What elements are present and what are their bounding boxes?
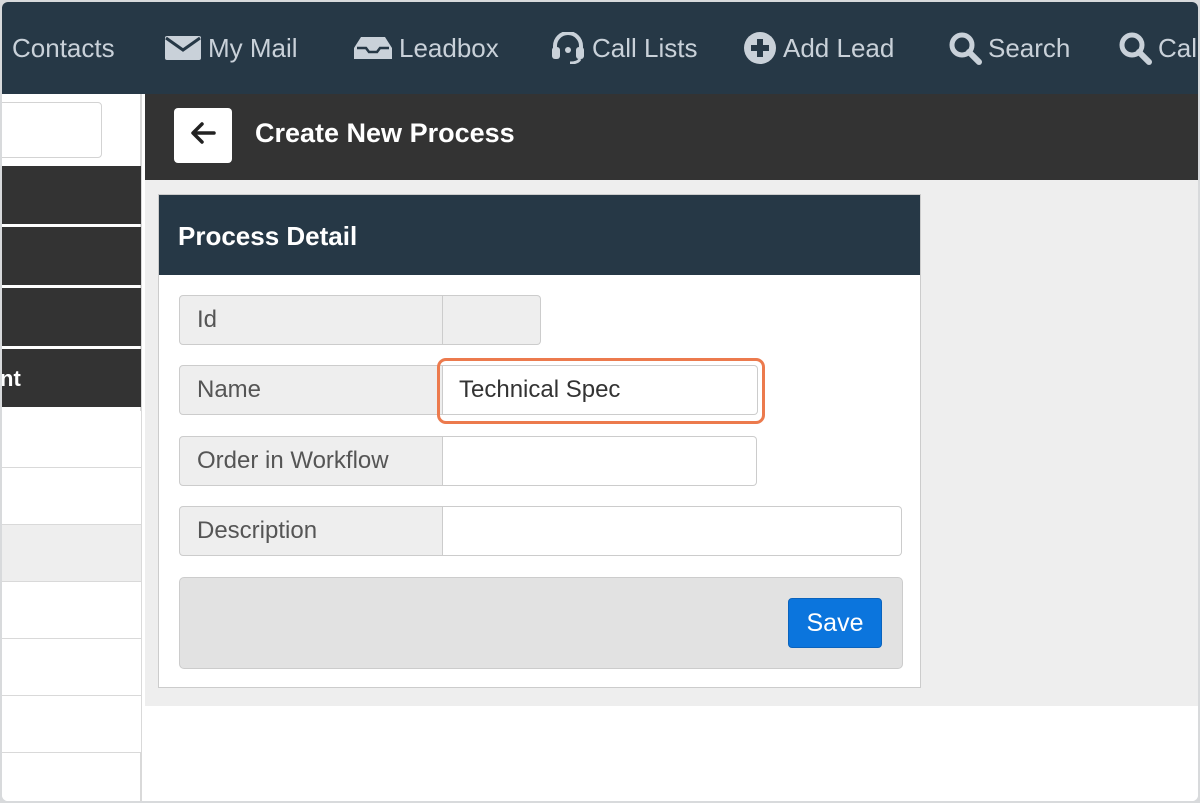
nav-my-mail-label: My Mail xyxy=(208,32,298,63)
sidebar-item[interactable] xyxy=(2,288,141,346)
id-label: Id xyxy=(179,295,443,345)
back-button[interactable] xyxy=(174,108,232,163)
headset-icon xyxy=(550,32,586,64)
page-header: Create New Process xyxy=(145,94,1198,180)
inbox-tray-icon xyxy=(353,35,393,61)
nav-call-lists-label: Call Lists xyxy=(592,32,698,63)
search-icon xyxy=(1118,31,1152,65)
nav-search[interactable]: Search xyxy=(948,30,1070,66)
sidebar-item[interactable] xyxy=(2,227,141,285)
search-icon xyxy=(948,31,982,65)
envelope-icon xyxy=(164,35,202,61)
nav-add-lead-label: Add Lead xyxy=(783,32,895,63)
sidebar-subitem[interactable] xyxy=(2,696,141,753)
plus-circle-icon xyxy=(743,31,777,65)
nav-leadbox[interactable]: Leadbox xyxy=(353,30,499,66)
sidebar-item[interactable] xyxy=(2,166,141,224)
name-row: Name xyxy=(179,365,758,415)
panel-title: Process Detail xyxy=(178,221,358,251)
top-navigation-bar: Contacts My Mail Leadbox Call Lists Add xyxy=(2,2,1198,94)
sidebar-item-label: nt xyxy=(2,366,21,391)
nav-contacts[interactable]: Contacts xyxy=(2,30,115,66)
name-label: Name xyxy=(179,365,443,415)
name-field[interactable] xyxy=(443,365,758,415)
contacts-icon xyxy=(2,37,6,59)
arrow-left-icon xyxy=(190,122,216,149)
sidebar-subitem[interactable] xyxy=(2,639,141,696)
id-field[interactable] xyxy=(443,295,541,345)
nav-leadbox-label: Leadbox xyxy=(399,32,499,63)
id-row: Id xyxy=(179,295,541,345)
nav-add-lead[interactable]: Add Lead xyxy=(743,30,894,66)
sidebar-item-active[interactable]: nt xyxy=(2,349,141,407)
description-row: Description xyxy=(179,506,902,556)
nav-my-mail[interactable]: My Mail xyxy=(164,30,298,66)
order-in-workflow-field[interactable] xyxy=(443,436,757,486)
sidebar-subitem[interactable] xyxy=(2,525,141,582)
panel-footer: Save xyxy=(179,577,903,669)
nav-call-lists[interactable]: Call Lists xyxy=(550,30,697,66)
page-title: Create New Process xyxy=(255,118,515,148)
sidebar-subitem[interactable] xyxy=(2,582,141,639)
nav-calendar[interactable]: Cal xyxy=(1118,30,1197,66)
panel-header: Process Detail xyxy=(159,195,920,275)
nav-calendar-label: Cal xyxy=(1158,32,1198,63)
order-label: Order in Workflow xyxy=(179,436,443,486)
sidebar-subitem[interactable] xyxy=(2,468,141,525)
nav-contacts-label: Contacts xyxy=(12,32,115,63)
description-field[interactable] xyxy=(443,506,902,556)
left-sidebar: nt xyxy=(2,94,142,801)
description-label: Description xyxy=(179,506,443,556)
sidebar-subitem[interactable] xyxy=(2,411,141,468)
nav-search-label: Search xyxy=(988,32,1071,63)
content-footer-area xyxy=(145,706,1198,801)
save-button[interactable]: Save xyxy=(788,598,882,648)
order-row: Order in Workflow xyxy=(179,436,757,486)
sidebar-search-input[interactable] xyxy=(2,102,102,158)
